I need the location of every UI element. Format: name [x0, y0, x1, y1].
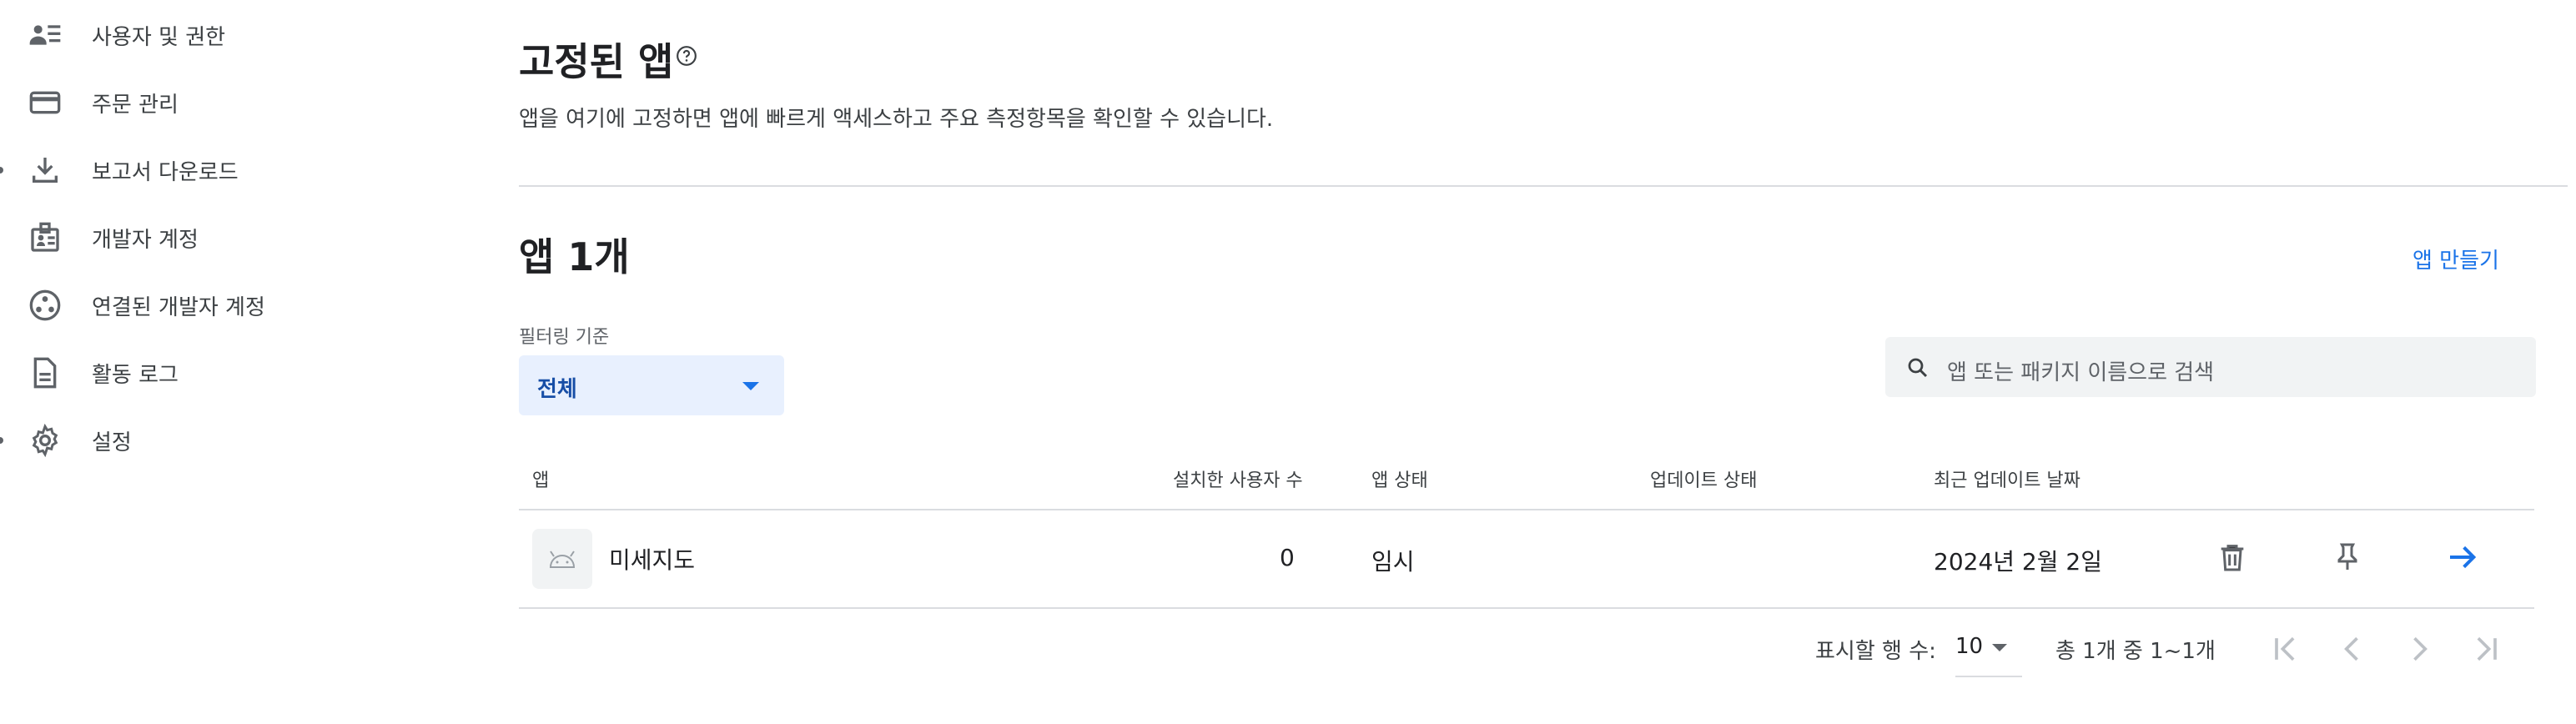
sidebar-item-label: 연결된 개발자 계정	[92, 294, 265, 320]
pin-icon[interactable]	[2331, 540, 2364, 574]
users-list-icon	[25, 15, 65, 55]
pinned-apps-description: 앱을 여기에 고정하면 앱에 빠르게 액세스하고 주요 측정항목을 확인할 수 …	[519, 107, 1274, 132]
help-icon[interactable]	[676, 45, 697, 67]
rows-per-page-select[interactable]: 10	[1955, 629, 2022, 677]
search-placeholder: 앱 또는 패키지 이름으로 검색	[1947, 360, 2215, 385]
sidebar-item-settings[interactable]: 설정	[0, 415, 450, 465]
column-header-update-status: 업데이트 상태	[1650, 470, 1758, 491]
linked-accounts-icon	[25, 285, 65, 325]
developer-badge-icon	[25, 218, 65, 258]
sidebar-item-order-management[interactable]: 주문 관리	[0, 78, 450, 128]
sidebar-item-label: 보고서 다운로드	[92, 159, 239, 185]
sidebar-item-label: 주문 관리	[92, 92, 179, 118]
search-icon	[1905, 355, 1930, 380]
previous-page-icon[interactable]	[2334, 631, 2371, 667]
sidebar-item-users-permissions[interactable]: 사용자 및 권한	[0, 10, 450, 60]
sidebar-item-developer-account[interactable]: 개발자 계정	[0, 213, 450, 263]
table-row-divider	[519, 607, 2534, 609]
create-app-link[interactable]: 앱 만들기	[2412, 244, 2499, 274]
delete-icon[interactable]	[2216, 540, 2249, 574]
sidebar-item-label: 사용자 및 권한	[92, 24, 226, 50]
filter-dropdown[interactable]: 전체	[519, 355, 784, 415]
installs-value: 0	[1280, 544, 1295, 571]
main-content: 고정된 앱 앱을 여기에 고정하면 앱에 빠르게 액세스하고 주요 측정항목을 …	[519, 0, 2576, 724]
rows-per-page-label: 표시할 행 수:	[1815, 639, 1936, 664]
credit-card-icon	[25, 83, 65, 123]
caret-down-icon	[742, 382, 759, 390]
column-header-app: 앱	[532, 470, 550, 491]
section-divider	[519, 185, 2568, 187]
sidebar: 사용자 및 권한 주문 관리 보고서 다운로드 개발자 계정 연결된 개발자 계…	[0, 0, 467, 724]
column-header-installs: 설치한 사용자 수	[1173, 470, 1303, 491]
pagination-range: 총 1개 중 1~1개	[2055, 639, 2216, 664]
download-icon	[25, 150, 65, 190]
table-header-divider	[519, 509, 2534, 510]
filter-label: 필터링 기준	[519, 327, 610, 348]
sidebar-item-download-reports[interactable]: 보고서 다운로드	[0, 145, 450, 195]
android-app-icon	[532, 529, 592, 589]
last-updated-value: 2024년 2월 2일	[1934, 548, 2102, 576]
rows-per-page-value: 10	[1955, 634, 1984, 659]
app-status-value: 임시	[1371, 548, 1415, 576]
gear-icon	[25, 420, 65, 460]
document-icon	[25, 353, 65, 393]
sidebar-item-activity-log[interactable]: 활동 로그	[0, 348, 450, 398]
next-page-icon[interactable]	[2401, 631, 2438, 667]
arrow-right-icon[interactable]	[2446, 540, 2479, 574]
app-search-input[interactable]: 앱 또는 패키지 이름으로 검색	[1885, 337, 2536, 397]
first-page-icon[interactable]	[2267, 631, 2304, 667]
sidebar-item-linked-developer-accounts[interactable]: 연결된 개발자 계정	[0, 280, 450, 330]
last-page-icon[interactable]	[2468, 631, 2504, 667]
caret-down-icon	[1992, 644, 2007, 651]
column-header-last-updated: 최근 업데이트 날짜	[1934, 470, 2080, 491]
sidebar-item-label: 개발자 계정	[92, 227, 199, 253]
pinned-apps-title: 고정된 앱	[519, 39, 674, 84]
sidebar-item-label: 설정	[92, 430, 132, 455]
apps-count-title: 앱 1개	[519, 234, 630, 279]
filter-selected-value: 전체	[537, 377, 577, 402]
sidebar-item-label: 활동 로그	[92, 362, 179, 388]
app-name[interactable]: 미세지도	[609, 542, 695, 576]
column-header-app-status: 앱 상태	[1371, 470, 1428, 491]
